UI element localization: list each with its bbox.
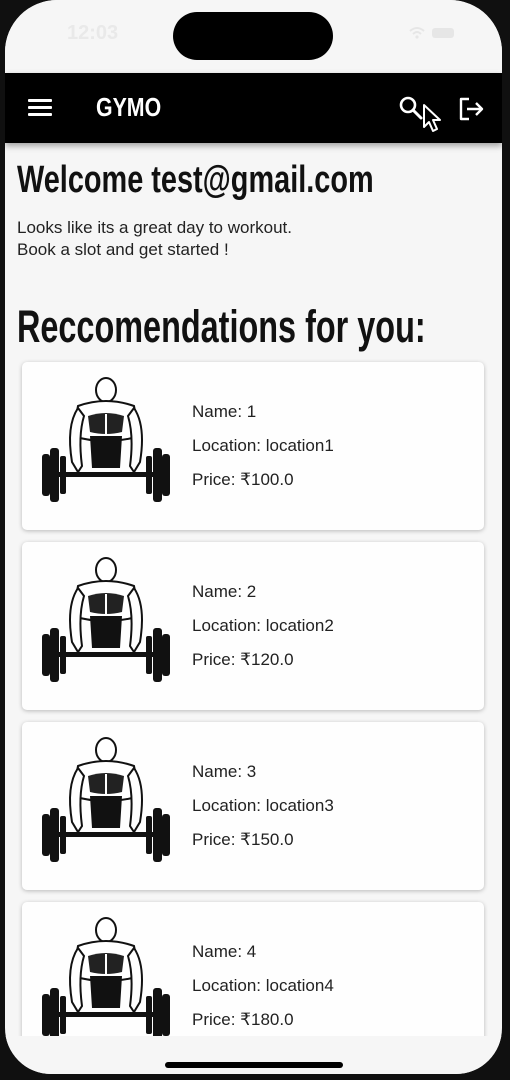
logout-icon[interactable] — [457, 95, 485, 123]
gym-name: Name: 3 — [192, 762, 257, 781]
gym-location: Location: location2 — [192, 616, 334, 635]
app-bar: GYMO — [5, 73, 502, 143]
gym-price: Price: ₹150.0 — [192, 830, 294, 849]
bottom-safe-area — [5, 1036, 502, 1074]
subtitle-line-1: Looks like its a great day to workout. — [17, 218, 292, 237]
wifi-battery-icon — [409, 27, 454, 39]
gym-price: Price: ₹120.0 — [192, 650, 294, 669]
gym-card-3[interactable]: Name: 3 Location: location3 Price: ₹150.… — [22, 722, 484, 890]
bodybuilder-icon — [42, 377, 170, 502]
welcome-subtitle: Looks like its a great day to workout. B… — [17, 217, 292, 261]
welcome-heading: Welcome test@gmail.com — [17, 159, 374, 201]
recommendations-heading: Reccomendations for you: — [17, 301, 426, 352]
subtitle-line-2: Book a slot and get started ! — [17, 240, 229, 259]
app-title: GYMO — [96, 92, 162, 122]
search-icon[interactable] — [398, 95, 424, 121]
gym-card-1[interactable]: Name: 1 Location: location1 Price: ₹100.… — [22, 362, 484, 530]
status-bar: 12:03 — [5, 0, 502, 73]
gym-price: Price: ₹100.0 — [192, 470, 294, 489]
app-screen: 12:03 GYMO Welcome test@gmail.com Looks … — [5, 0, 502, 1074]
gym-name: Name: 1 — [192, 402, 257, 421]
mouse-cursor-icon — [423, 104, 441, 132]
status-icons — [408, 26, 458, 43]
gym-price: Price: ₹180.0 — [192, 1010, 294, 1029]
main-content: Welcome test@gmail.com Looks like its a … — [5, 143, 502, 1074]
gym-name: Name: 2 — [192, 582, 257, 601]
dynamic-island — [173, 12, 333, 60]
status-time: 12:03 — [67, 22, 119, 44]
gym-location: Location: location1 — [192, 436, 334, 455]
bodybuilder-icon — [42, 557, 170, 682]
gym-location: Location: location4 — [192, 976, 334, 995]
bodybuilder-icon — [42, 917, 170, 1042]
menu-icon[interactable] — [28, 99, 52, 117]
gym-name: Name: 4 — [192, 942, 257, 961]
bodybuilder-icon — [42, 737, 170, 862]
device-frame: 12:03 GYMO Welcome test@gmail.com Looks … — [0, 0, 510, 1080]
home-indicator[interactable] — [165, 1062, 343, 1068]
gym-location: Location: location3 — [192, 796, 334, 815]
gym-card-2[interactable]: Name: 2 Location: location2 Price: ₹120.… — [22, 542, 484, 710]
